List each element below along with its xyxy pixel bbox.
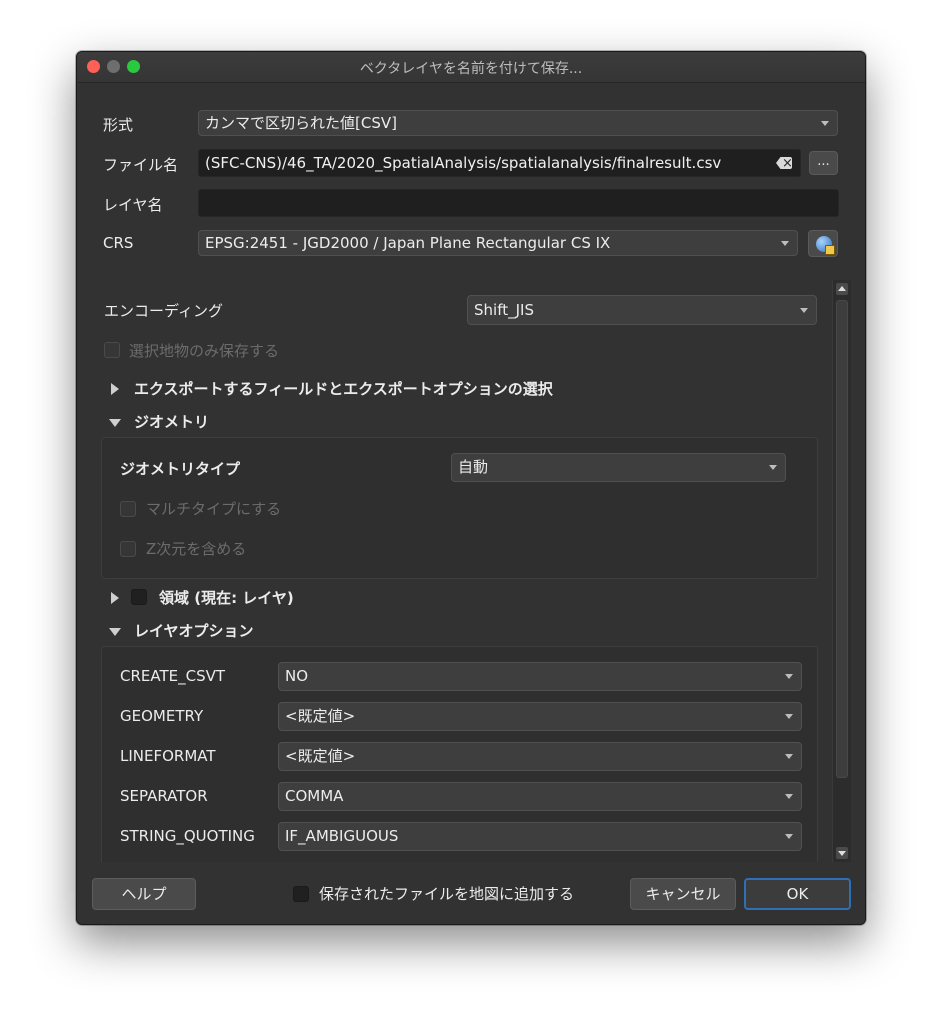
ok-button[interactable]: OK	[744, 878, 851, 910]
browse-button[interactable]: ...	[809, 151, 838, 175]
window-title: ベクタレイヤを名前を付けて保存...	[359, 61, 583, 77]
extent-checkbox[interactable]	[131, 589, 147, 605]
geometry-section-header[interactable]: ジオメトリ	[134, 411, 209, 432]
encoding-value: Shift_JIS	[474, 301, 534, 319]
chevron-down-icon	[785, 794, 793, 799]
expand-triangle-icon[interactable]	[111, 592, 119, 604]
crs-combobox[interactable]: EPSG:2451 - JGD2000 / Japan Plane Rectan…	[198, 230, 798, 256]
layer-option-value: <既定値>	[285, 707, 356, 725]
extent-section-header[interactable]: 領域 (現在: レイヤ)	[159, 587, 294, 608]
selected-only-label: 選択地物のみ保存する	[129, 342, 280, 360]
chevron-down-icon	[785, 674, 793, 679]
chevron-down-icon	[785, 714, 793, 719]
format-label: 形式	[103, 116, 134, 134]
filename-label: ファイル名	[103, 156, 179, 174]
filename-value: (SFC-CNS)/46_TA/2020_SpatialAnalysis/spa…	[205, 154, 722, 172]
chevron-down-icon	[821, 121, 829, 126]
filename-input[interactable]: (SFC-CNS)/46_TA/2020_SpatialAnalysis/spa…	[198, 149, 801, 177]
chevron-down-icon	[785, 754, 793, 759]
layer-option-value: IF_AMBIGUOUS	[285, 827, 399, 845]
scroll-up-arrow-icon[interactable]	[836, 283, 848, 295]
layer-options-section-header[interactable]: レイヤオプション	[134, 620, 254, 641]
layer-option-combobox[interactable]: IF_AMBIGUOUS	[278, 822, 802, 851]
selected-only-checkbox[interactable]	[104, 342, 120, 358]
collapse-triangle-icon[interactable]	[109, 628, 121, 636]
scroll-down-arrow-icon[interactable]	[836, 847, 848, 859]
collapse-triangle-icon[interactable]	[109, 419, 121, 427]
export-fields-section[interactable]: エクスポートするフィールドとエクスポートオプションの選択	[134, 378, 553, 399]
layer-option-combobox[interactable]: NO	[278, 662, 802, 691]
options-scroll-area[interactable]: エンコーディング Shift_JIS 選択地物のみ保存する エクスポートするフィ…	[94, 280, 854, 862]
globe-projection-icon	[816, 236, 835, 255]
encoding-label: エンコーディング	[104, 302, 223, 320]
cancel-button[interactable]: キャンセル	[630, 878, 736, 910]
layer-option-value: <既定値>	[285, 747, 356, 765]
format-value: カンマで区切られた値[CSV]	[205, 114, 397, 132]
chevron-down-icon	[781, 241, 789, 246]
z-dimension-checkbox[interactable]	[120, 541, 136, 557]
format-combobox[interactable]: カンマで区切られた値[CSV]	[198, 110, 838, 136]
layername-input[interactable]	[198, 189, 839, 217]
help-button[interactable]: ヘルプ	[92, 878, 196, 910]
layer-option-combobox[interactable]: <既定値>	[278, 742, 802, 771]
multitype-label: マルチタイプにする	[146, 500, 282, 518]
z-dimension-label: Z次元を含める	[146, 540, 247, 558]
title-bar: ベクタレイヤを名前を付けて保存...	[77, 52, 865, 83]
layer-option-value: NO	[285, 667, 309, 685]
geometry-group: ジオメトリタイプ 自動 マルチタイプにする Z次元を含める	[101, 437, 818, 579]
geometry-type-value: 自動	[458, 458, 489, 476]
layer-option-combobox[interactable]: <既定値>	[278, 702, 802, 731]
clear-icon[interactable]	[776, 157, 792, 169]
vertical-scrollbar[interactable]	[832, 280, 851, 862]
layer-option-key: GEOMETRY	[120, 707, 204, 725]
add-to-map-checkbox[interactable]	[293, 886, 309, 902]
crs-value: EPSG:2451 - JGD2000 / Japan Plane Rectan…	[205, 234, 611, 252]
add-to-map-label: 保存されたファイルを地図に追加する	[319, 885, 575, 903]
layer-option-key: STRING_QUOTING	[120, 827, 255, 845]
multitype-checkbox[interactable]	[120, 501, 136, 517]
layername-label: レイヤ名	[103, 196, 163, 214]
chevron-down-icon	[785, 834, 793, 839]
encoding-combobox[interactable]: Shift_JIS	[467, 295, 817, 325]
layer-option-key: LINEFORMAT	[120, 747, 216, 765]
select-crs-button[interactable]	[808, 230, 838, 257]
chevron-down-icon	[800, 308, 808, 313]
expand-triangle-icon[interactable]	[111, 383, 119, 395]
geometry-type-label: ジオメトリタイプ	[120, 460, 241, 478]
geometry-type-combobox[interactable]: 自動	[451, 453, 786, 482]
layer-options-group: CREATE_CSVT NO GEOMETRY <既定値> LINEFORMAT…	[101, 646, 818, 862]
layer-option-combobox[interactable]: COMMA	[278, 782, 802, 811]
chevron-down-icon	[769, 465, 777, 470]
layer-option-value: COMMA	[285, 787, 344, 805]
layer-option-key: SEPARATOR	[120, 787, 208, 805]
layer-option-key: CREATE_CSVT	[120, 667, 226, 685]
scrollbar-thumb[interactable]	[836, 300, 848, 778]
crs-label: CRS	[103, 234, 134, 252]
save-vector-layer-dialog: ベクタレイヤを名前を付けて保存... 形式 カンマで区切られた値[CSV] ファ…	[76, 51, 866, 925]
